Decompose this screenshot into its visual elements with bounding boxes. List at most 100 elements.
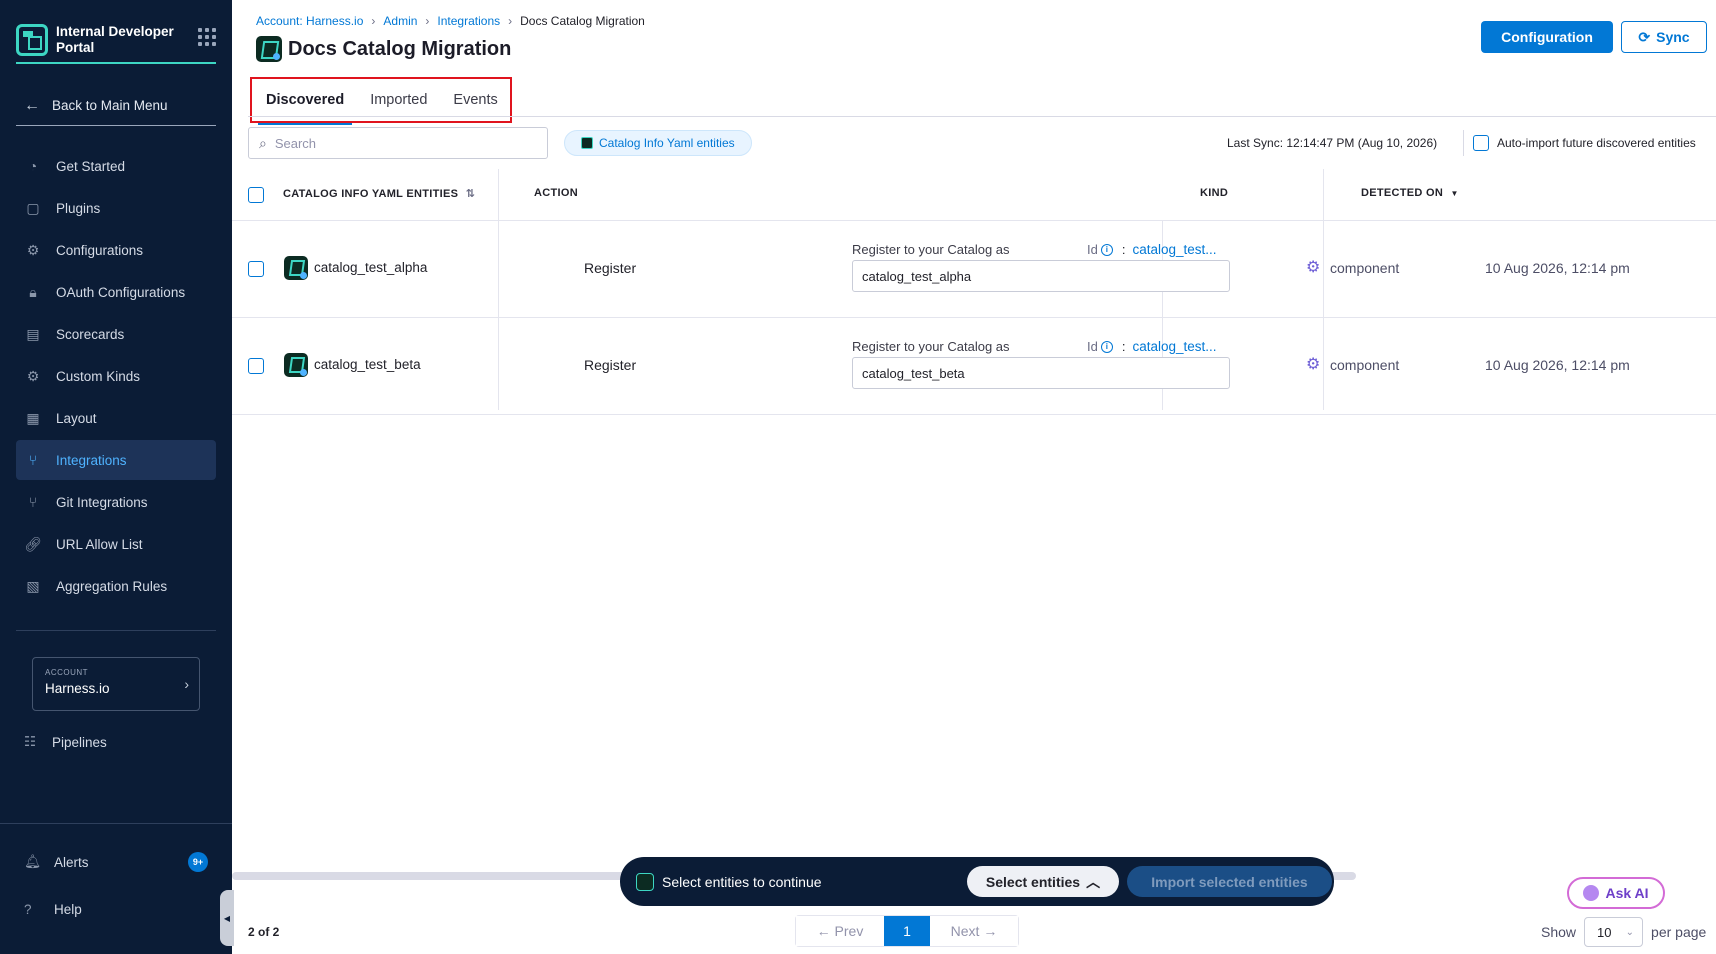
import-selected-button[interactable]: Import selected entities — [1127, 866, 1332, 897]
plugins-icon: ▢ — [26, 199, 40, 216]
next-page-button[interactable]: Next → — [930, 916, 1018, 946]
breadcrumb: Account: Harness.io › Admin › Integratio… — [256, 14, 645, 28]
detected-on-cell: 10 Aug 2026, 12:14 pm — [1485, 357, 1630, 373]
register-name-input[interactable] — [852, 260, 1230, 292]
row-checkbox[interactable] — [248, 358, 264, 374]
info-icon[interactable]: i — [1100, 340, 1113, 353]
sync-button[interactable]: ⟳ Sync — [1621, 21, 1707, 53]
back-label: Back to Main Menu — [52, 98, 168, 113]
sidebar-item-configurations[interactable]: ⚙ Configurations — [16, 230, 216, 270]
sidebar-item-pipelines[interactable]: ☷ Pipelines — [24, 734, 107, 750]
selection-bar: Select entities to continue Select entit… — [620, 857, 1334, 906]
ask-ai-button[interactable]: Ask AI — [1567, 877, 1665, 909]
git-icon: ⑂ — [28, 494, 38, 510]
breadcrumb-integrations[interactable]: Integrations — [437, 14, 500, 28]
chevron-right-icon: › — [371, 14, 376, 28]
sidebar-item-url-allow-list[interactable]: 🔗︎ URL Allow List — [16, 524, 216, 564]
sidebar-item-get-started[interactable]: ◔ Get Started — [16, 146, 216, 186]
prev-page-button[interactable]: ← Prev — [796, 916, 884, 946]
sidebar-item-label: URL Allow List — [56, 536, 143, 552]
sidebar-item-alerts[interactable]: 🔔︎ Alerts 9+ — [24, 852, 208, 872]
refresh-icon: ⟳ — [1638, 28, 1651, 45]
last-sync-text: Last Sync: 12:14:47 PM (Aug 10, 2026) — [1227, 136, 1438, 150]
sidebar-collapse-handle[interactable]: ◀ — [220, 890, 234, 946]
aggregation-icon: ▧ — [26, 577, 40, 594]
select-all-checkbox[interactable] — [248, 187, 264, 203]
gear-icon: ⚙ — [26, 367, 40, 384]
search-input[interactable] — [274, 135, 525, 151]
toolbar-separator — [1463, 130, 1464, 156]
sidebar-item-layout[interactable]: ▦ Layout — [16, 398, 216, 438]
select-entities-button[interactable]: Select entities ︿ — [967, 866, 1119, 897]
id-value[interactable]: catalog_test... — [1132, 242, 1216, 257]
row-checkbox[interactable] — [248, 261, 264, 277]
catalog-entity-icon — [284, 256, 308, 280]
register-label: Register to your Catalog as — [852, 339, 1010, 354]
arrow-right-icon: → — [979, 923, 998, 939]
filter-chip-catalog-info[interactable]: Catalog Info Yaml entities — [564, 130, 752, 156]
caret-down-icon: ▼ — [1450, 189, 1459, 198]
integrations-icon: ⑂ — [28, 452, 38, 468]
catalog-icon — [581, 137, 593, 149]
sidebar-item-oauth-configurations[interactable]: 🔒︎ OAuth Configurations — [16, 272, 216, 312]
sidebar-item-scorecards[interactable]: ▤ Scorecards — [16, 314, 216, 354]
header-detected-on[interactable]: DETECTED ON ▼ — [1361, 187, 1459, 199]
per-page-control: Show 10 ⌄ per page — [1541, 917, 1706, 947]
chevron-down-icon: ⌄ — [1625, 926, 1635, 938]
sidebar-item-custom-kinds[interactable]: ⚙ Custom Kinds — [16, 356, 216, 396]
tab-divider — [248, 116, 1716, 117]
register-label: Register to your Catalog as — [852, 242, 1010, 257]
page-title: Docs Catalog Migration — [256, 36, 511, 62]
arrow-left-icon: ← — [24, 96, 40, 114]
sidebar-item-help[interactable]: ? Help — [24, 902, 82, 917]
arrow-left-icon: ← — [816, 923, 835, 939]
sidebar-item-git-integrations[interactable]: ⑂ Git Integrations — [16, 482, 216, 522]
configurations-icon: ⚙ — [26, 241, 40, 258]
kind-cell: ⚙ component — [1306, 356, 1400, 373]
ai-assistant-icon — [1583, 885, 1600, 901]
gear-icon: ⚙ — [1306, 356, 1321, 373]
chevron-right-icon: › — [184, 676, 189, 692]
app-switcher-icon[interactable] — [198, 28, 216, 46]
tab-events[interactable]: Events — [451, 79, 499, 121]
sidebar-divider-bottom — [0, 823, 232, 824]
show-label: Show — [1541, 924, 1577, 940]
catalog-icon — [636, 872, 654, 891]
sidebar-item-plugins[interactable]: ▢ Plugins — [16, 188, 216, 228]
help-icon: ? — [24, 902, 32, 917]
ask-ai-label: Ask AI — [1605, 885, 1649, 901]
sidebar-item-label: Help — [54, 902, 82, 917]
tab-discovered[interactable]: Discovered — [257, 79, 353, 125]
search-box[interactable]: ⌕ — [248, 127, 548, 159]
auto-import-toggle[interactable]: Auto-import future discovered entities — [1473, 135, 1696, 151]
sidebar-item-label: Git Integrations — [56, 494, 148, 510]
gear-icon: ⚙ — [1306, 259, 1321, 276]
breadcrumb-account[interactable]: Account: Harness.io — [256, 14, 363, 28]
sidebar-item-label: Integrations — [56, 452, 127, 468]
sidebar: Internal Developer Portal ← Back to Main… — [0, 0, 232, 954]
account-switcher[interactable]: ACCOUNT Harness.io › — [32, 657, 200, 711]
header-kind: KIND — [1200, 187, 1229, 199]
sidebar-item-label: Configurations — [56, 242, 144, 258]
sidebar-item-label: Pipelines — [52, 734, 107, 750]
action-text: Register — [584, 260, 637, 276]
page-number-current[interactable]: 1 — [884, 916, 930, 946]
table-row: catalog_test_beta Register Register to y… — [232, 318, 1716, 415]
info-icon[interactable]: i — [1100, 243, 1113, 256]
pagination: ← Prev 1 Next → — [795, 915, 1019, 947]
tab-imported[interactable]: Imported — [368, 79, 429, 121]
configuration-button[interactable]: Configuration — [1481, 21, 1613, 53]
back-to-main-menu[interactable]: ← Back to Main Menu — [16, 86, 216, 126]
sidebar-item-integrations[interactable]: ⑂ Integrations — [16, 440, 216, 480]
per-page-label: per page — [1651, 924, 1707, 940]
breadcrumb-admin[interactable]: Admin — [383, 14, 417, 28]
auto-import-checkbox[interactable] — [1473, 135, 1489, 151]
sidebar-item-aggregation-rules[interactable]: ▧ Aggregation Rules — [16, 566, 216, 606]
register-name-input[interactable] — [852, 357, 1230, 389]
scorecards-icon: ▤ — [26, 325, 40, 342]
id-value[interactable]: catalog_test... — [1132, 339, 1216, 354]
header-entities[interactable]: CATALOG INFO YAML ENTITIES ⇅ — [263, 187, 475, 200]
per-page-select[interactable]: 10 ⌄ — [1584, 917, 1644, 947]
account-label: ACCOUNT — [45, 668, 89, 677]
brand[interactable]: Internal Developer Portal — [16, 16, 216, 64]
